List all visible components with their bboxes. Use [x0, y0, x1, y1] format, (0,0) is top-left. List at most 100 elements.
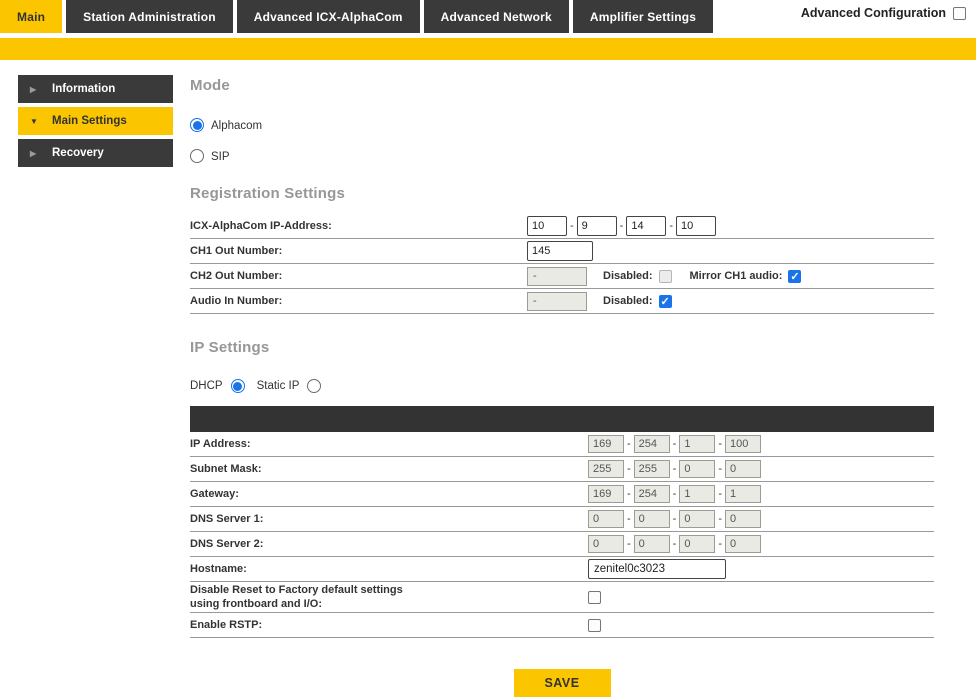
subnet-mask-octet-3 [679, 460, 715, 478]
tab-main-label: Main [17, 10, 45, 24]
gateway-octet-2 [634, 485, 670, 503]
icx-alphacom-ip-label: ICX-AlphaCom IP-Address: [190, 219, 527, 233]
save-button[interactable]: SAVE [514, 669, 611, 697]
icx-ip-octet-2[interactable] [577, 216, 617, 236]
gateway-row: Gateway: - - - [190, 482, 934, 507]
static-ip-label: Static IP [257, 380, 300, 392]
octet-separator: - [718, 513, 722, 525]
audio-in-disabled-checkbox[interactable] [659, 295, 672, 308]
sidebar: ▶ Information ▼ Main Settings ▶ Recovery [0, 75, 190, 697]
enable-rstp-checkbox[interactable] [588, 619, 601, 632]
ip-address-octet-2 [634, 435, 670, 453]
dns2-octet-2 [634, 535, 670, 553]
top-nav: Main Station Administration Advanced ICX… [0, 0, 976, 33]
ch2-disabled-label: Disabled: [603, 270, 653, 282]
audio-in-number-row: Audio In Number: Disabled: [190, 289, 934, 314]
alphacom-radio-label: Alphacom [211, 119, 262, 132]
tab-advanced-icx-alphacom[interactable]: Advanced ICX-AlphaCom [237, 0, 420, 33]
sidebar-item-recovery[interactable]: ▶ Recovery [18, 139, 173, 167]
ch1-out-number-input[interactable] [527, 241, 593, 261]
tab-bar: Main Station Administration Advanced ICX… [0, 0, 713, 33]
mode-heading: Mode [190, 77, 934, 94]
dns1-octet-2 [634, 510, 670, 528]
octet-separator: - [570, 220, 574, 232]
sidebar-item-information[interactable]: ▶ Information [18, 75, 173, 103]
subnet-mask-octet-1 [588, 460, 624, 478]
octet-separator: - [673, 513, 677, 525]
sip-radio[interactable] [190, 149, 204, 163]
sip-radio-label: SIP [211, 150, 230, 163]
octet-separator: - [627, 513, 631, 525]
octet-separator: - [673, 488, 677, 500]
dhcp-static-selector: DHCP Static IP [190, 379, 934, 393]
ch1-out-number-label: CH1 Out Number: [190, 244, 527, 258]
alphacom-radio[interactable] [190, 118, 204, 132]
subnet-mask-label: Subnet Mask: [190, 462, 588, 476]
save-button-container: SAVE [190, 669, 934, 697]
tab-advanced-network-label: Advanced Network [441, 10, 552, 24]
dhcp-label: DHCP [190, 380, 223, 392]
ip-table-header-bar [190, 406, 934, 432]
octet-separator: - [673, 463, 677, 475]
icx-ip-octet-1[interactable] [527, 216, 567, 236]
octet-separator: - [673, 438, 677, 450]
tab-main[interactable]: Main [0, 0, 62, 33]
ip-address-label: IP Address: [190, 437, 588, 451]
disable-factory-reset-row: Disable Reset to Factory default setting… [190, 582, 934, 613]
disable-factory-reset-label-text: Disable Reset to Factory default setting… [190, 583, 430, 612]
tab-amplifier-settings[interactable]: Amplifier Settings [573, 0, 713, 33]
enable-rstp-label: Enable RSTP: [190, 618, 588, 632]
registration-settings-heading: Registration Settings [190, 185, 934, 202]
octet-separator: - [627, 438, 631, 450]
icx-ip-octet-3[interactable] [626, 216, 666, 236]
mode-option-sip: SIP [190, 149, 934, 163]
caret-right-icon: ▶ [30, 149, 40, 158]
tab-advanced-network[interactable]: Advanced Network [424, 0, 569, 33]
caret-right-icon: ▶ [30, 85, 40, 94]
static-ip-radio[interactable] [307, 379, 321, 393]
ch2-out-number-input [527, 267, 587, 286]
octet-separator: - [620, 220, 624, 232]
octet-separator: - [718, 463, 722, 475]
advanced-configuration-checkbox[interactable] [953, 7, 966, 20]
mirror-ch1-audio-checkbox[interactable] [788, 270, 801, 283]
ip-address-octet-3 [679, 435, 715, 453]
dns-server-2-label: DNS Server 2: [190, 537, 588, 551]
advanced-configuration-label: Advanced Configuration [801, 6, 946, 20]
dns2-octet-3 [679, 535, 715, 553]
hostname-input[interactable] [588, 559, 726, 579]
dns-server-1-row: DNS Server 1: - - - [190, 507, 934, 532]
tab-station-administration[interactable]: Station Administration [66, 0, 233, 33]
gateway-label: Gateway: [190, 487, 588, 501]
ip-address-octet-1 [588, 435, 624, 453]
ip-settings-heading: IP Settings [190, 339, 934, 356]
gateway-octet-4 [725, 485, 761, 503]
dns1-octet-3 [679, 510, 715, 528]
dhcp-radio[interactable] [231, 379, 245, 393]
ip-address-octet-4 [725, 435, 761, 453]
dns2-octet-1 [588, 535, 624, 553]
enable-rstp-row: Enable RSTP: [190, 613, 934, 638]
audio-in-number-input [527, 292, 587, 311]
ip-settings-table: IP Address: - - - Subnet Mask: - - - [190, 432, 934, 638]
gateway-octet-1 [588, 485, 624, 503]
mirror-ch1-audio-label: Mirror CH1 audio: [690, 270, 783, 282]
dns-server-1-label: DNS Server 1: [190, 512, 588, 526]
hostname-row: Hostname: [190, 557, 934, 582]
tab-station-administration-label: Station Administration [83, 10, 216, 24]
tab-amplifier-settings-label: Amplifier Settings [590, 10, 696, 24]
disable-factory-reset-checkbox[interactable] [588, 591, 601, 604]
ch1-out-number-row: CH1 Out Number: [190, 239, 934, 264]
octet-separator: - [718, 538, 722, 550]
dns1-octet-4 [725, 510, 761, 528]
ch2-out-number-row: CH2 Out Number: Disabled: Mirror CH1 aud… [190, 264, 934, 289]
dns-server-2-row: DNS Server 2: - - - [190, 532, 934, 557]
gateway-octet-3 [679, 485, 715, 503]
subnet-mask-octet-4 [725, 460, 761, 478]
icx-ip-octet-4[interactable] [676, 216, 716, 236]
ip-address-row: IP Address: - - - [190, 432, 934, 457]
ch2-disabled-checkbox[interactable] [659, 270, 672, 283]
subnet-mask-octet-2 [634, 460, 670, 478]
octet-separator: - [627, 488, 631, 500]
sidebar-item-main-settings[interactable]: ▼ Main Settings [18, 107, 173, 135]
